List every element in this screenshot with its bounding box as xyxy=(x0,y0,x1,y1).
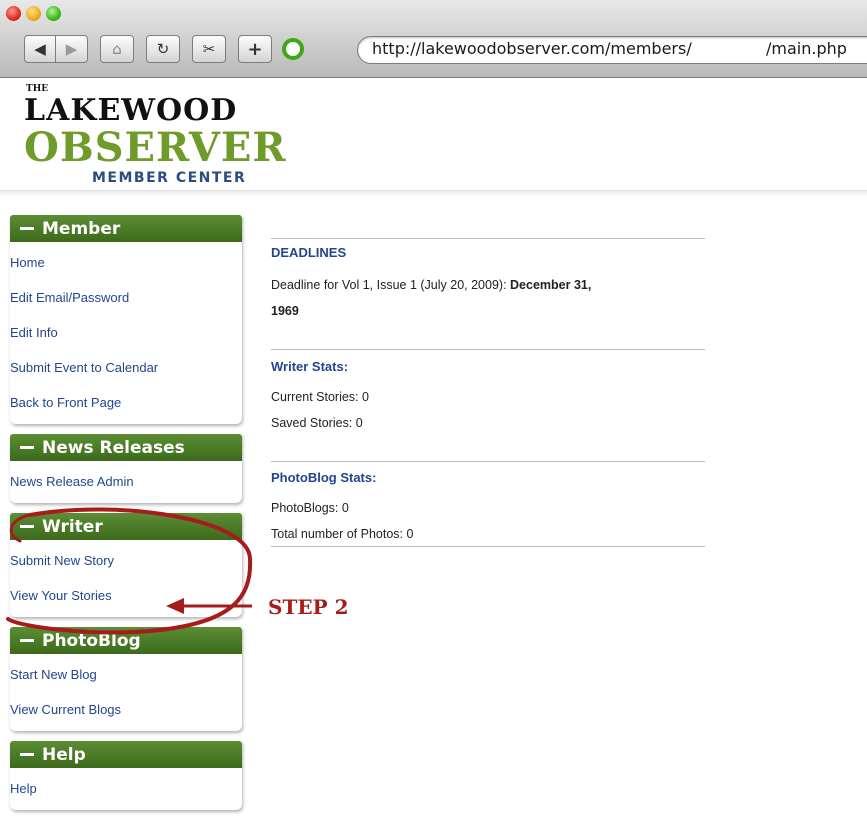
writer-stats-title: Writer Stats: xyxy=(271,359,349,374)
sidebar-link-news-release-admin[interactable]: News Release Admin xyxy=(10,464,242,499)
writer-panel-header[interactable]: Writer xyxy=(10,513,242,540)
logo-observer: OBSERVER xyxy=(24,124,287,171)
photoblog-panel-header[interactable]: PhotoBlog xyxy=(10,627,242,654)
forward-button[interactable]: ▶ xyxy=(56,35,88,63)
scissors-icon: ✂ xyxy=(202,40,216,58)
address-bar-url: http://lakewoodobserver.com/members/ xyxy=(372,39,692,58)
reload-button[interactable]: ↻ xyxy=(146,35,180,63)
sidebar-link-submit-event[interactable]: Submit Event to Calendar xyxy=(10,350,242,385)
deadline-text: Deadline for Vol 1, Issue 1 (July 20, 20… xyxy=(271,278,511,292)
collapse-icon xyxy=(20,639,34,642)
divider xyxy=(271,349,705,350)
forward-arrow-icon: ▶ xyxy=(65,40,78,58)
collapse-icon xyxy=(20,227,34,230)
member-panel-header[interactable]: Member xyxy=(10,215,242,242)
collapse-icon xyxy=(20,525,34,528)
photoblogs-count: PhotoBlogs: 0 xyxy=(271,501,349,515)
add-bookmark-button[interactable]: + xyxy=(238,35,272,63)
zoom-window-button[interactable] xyxy=(46,6,61,21)
masthead: THE LAKEWOOD OBSERVER MEMBER CENTER xyxy=(0,79,867,191)
photoblog-panel: PhotoBlog Start New Blog View Current Bl… xyxy=(10,627,242,731)
minimize-window-button[interactable] xyxy=(26,6,41,21)
back-arrow-icon: ◀ xyxy=(34,40,46,58)
address-bar-url-tail: /main.php xyxy=(766,39,847,58)
photoblog-stats-title: PhotoBlog Stats: xyxy=(271,470,377,485)
deadline-date: December 31, xyxy=(510,278,592,292)
reload-icon: ↻ xyxy=(156,40,170,58)
deadline-year: 1969 xyxy=(271,304,299,318)
deadlines-title: DEADLINES xyxy=(271,245,347,260)
nav-buttons: ◀ ▶ xyxy=(24,35,88,63)
help-panel: Help Help xyxy=(10,741,242,810)
plus-icon: + xyxy=(247,38,263,60)
browser-chrome: ◀ ▶ ⌂ ↻ ✂ + http://lakewoodobserver.com/… xyxy=(0,0,867,78)
logo-member-center: MEMBER CENTER xyxy=(92,170,247,186)
help-panel-header[interactable]: Help xyxy=(10,741,242,768)
writer-panel: Writer Submit New Story View Your Storie… xyxy=(10,513,242,617)
snip-button[interactable]: ✂ xyxy=(192,35,226,63)
window-controls xyxy=(6,6,61,21)
photoblog-panel-title: PhotoBlog xyxy=(42,630,141,651)
close-window-button[interactable] xyxy=(6,6,21,21)
sidebar-link-help[interactable]: Help xyxy=(10,771,242,806)
divider xyxy=(271,546,705,547)
logo-lakewood: LAKEWOOD xyxy=(24,93,238,128)
photos-count: Total number of Photos: 0 xyxy=(271,527,414,541)
sidebar: Member Home Edit Email/Password Edit Inf… xyxy=(10,215,242,820)
sidebar-link-submit-new-story[interactable]: Submit New Story xyxy=(10,543,242,578)
member-panel-title: Member xyxy=(42,218,121,239)
deadline-line: Deadline for Vol 1, Issue 1 (July 20, 20… xyxy=(271,278,591,292)
home-icon: ⌂ xyxy=(112,40,122,58)
loading-indicator-icon xyxy=(282,38,304,60)
writer-panel-title: Writer xyxy=(42,516,103,537)
sidebar-link-home[interactable]: Home xyxy=(10,245,242,280)
collapse-icon xyxy=(20,446,34,449)
member-panel: Member Home Edit Email/Password Edit Inf… xyxy=(10,215,242,424)
sidebar-link-edit-email-password[interactable]: Edit Email/Password xyxy=(10,280,242,315)
sidebar-link-start-new-blog[interactable]: Start New Blog xyxy=(10,657,242,692)
divider xyxy=(271,238,705,239)
browser-toolbar: ◀ ▶ ⌂ ↻ ✂ + xyxy=(24,34,304,64)
divider xyxy=(271,461,705,462)
sidebar-link-edit-info[interactable]: Edit Info xyxy=(10,315,242,350)
sidebar-link-back-to-front-page[interactable]: Back to Front Page xyxy=(10,385,242,420)
page-content: THE LAKEWOOD OBSERVER MEMBER CENTER Memb… xyxy=(0,79,867,835)
news-releases-panel-title: News Releases xyxy=(42,437,185,458)
deadline-year-line: 1969 xyxy=(271,304,299,318)
news-releases-panel-header[interactable]: News Releases xyxy=(10,434,242,461)
current-stories-count: Current Stories: 0 xyxy=(271,390,369,404)
collapse-icon xyxy=(20,753,34,756)
news-releases-panel: News Releases News Release Admin xyxy=(10,434,242,503)
home-button[interactable]: ⌂ xyxy=(100,35,134,63)
sidebar-link-view-current-blogs[interactable]: View Current Blogs xyxy=(10,692,242,727)
sidebar-link-view-your-stories[interactable]: View Your Stories xyxy=(10,578,242,613)
back-button[interactable]: ◀ xyxy=(24,35,56,63)
saved-stories-count: Saved Stories: 0 xyxy=(271,416,363,430)
help-panel-title: Help xyxy=(42,744,86,765)
masthead-divider xyxy=(0,191,867,197)
